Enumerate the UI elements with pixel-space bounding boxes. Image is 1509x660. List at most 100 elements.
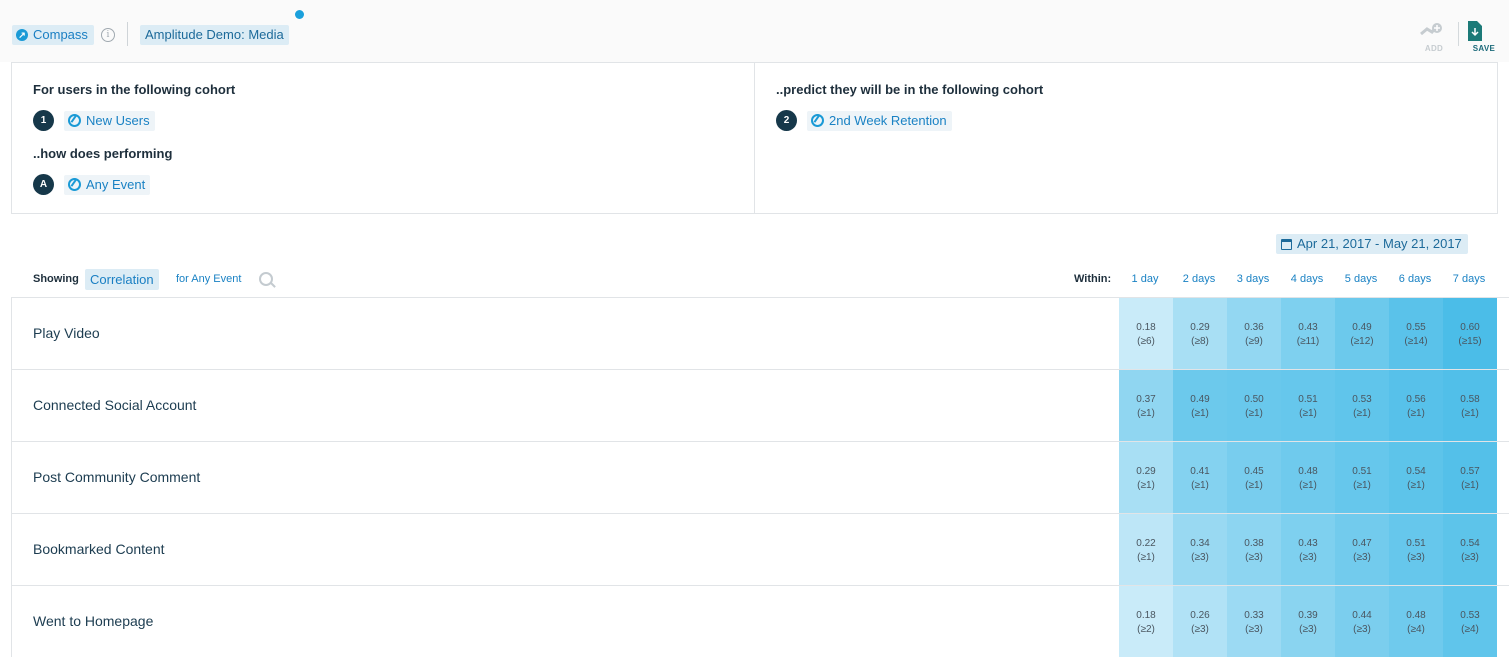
- correlation-value: 0.18: [1136, 322, 1156, 333]
- threshold-count: (≥9): [1245, 336, 1263, 347]
- project-selector[interactable]: Amplitude Demo: Media: [140, 25, 289, 45]
- correlation-value: 0.60: [1460, 322, 1480, 333]
- table-row[interactable]: Bookmarked Content 0.22 (≥1) 0.34 (≥3) 0.38 (≥…: [11, 513, 1509, 585]
- correlation-cell[interactable]: 0.48 (≥4): [1389, 586, 1443, 657]
- correlation-cell[interactable]: 0.33 (≥3): [1227, 586, 1281, 657]
- threshold-count: (≥6): [1137, 336, 1155, 347]
- info-icon[interactable]: i: [101, 28, 115, 42]
- correlation-cell[interactable]: 0.47 (≥3): [1335, 514, 1389, 585]
- threshold-count: (≥15): [1458, 336, 1482, 347]
- threshold-count: (≥4): [1461, 624, 1479, 635]
- correlation-cell[interactable]: 0.50 (≥1): [1227, 370, 1281, 441]
- search-icon[interactable]: [259, 272, 273, 286]
- correlation-cell[interactable]: 0.43 (≥11): [1281, 298, 1335, 369]
- correlation-value: 0.54: [1460, 538, 1480, 549]
- correlation-value: 0.44: [1352, 610, 1372, 621]
- correlation-cell[interactable]: 0.29 (≥8): [1173, 298, 1227, 369]
- correlation-cell[interactable]: 0.49 (≥12): [1335, 298, 1389, 369]
- correlation-value: 0.45: [1244, 466, 1264, 477]
- source-cohort-section: For users in the following cohort 1 New …: [12, 63, 755, 213]
- column-header-4[interactable]: 4 days: [1280, 273, 1334, 285]
- correlation-value: 0.51: [1406, 538, 1426, 549]
- correlation-cell[interactable]: 0.34 (≥3): [1173, 514, 1227, 585]
- metric-selector[interactable]: Correlation: [85, 269, 159, 290]
- event-name-label: Play Video: [33, 325, 100, 341]
- correlation-cell[interactable]: 0.57 (≥1): [1443, 442, 1497, 513]
- threshold-count: (≥12): [1350, 336, 1374, 347]
- column-header-1[interactable]: 1 day: [1118, 273, 1172, 285]
- correlation-cell[interactable]: 0.41 (≥1): [1173, 442, 1227, 513]
- correlation-value: 0.26: [1190, 610, 1210, 621]
- cohort-2-row: 2 2nd Week Retention: [776, 110, 952, 131]
- correlation-cell[interactable]: 0.51 (≥3): [1389, 514, 1443, 585]
- threshold-count: (≥3): [1353, 624, 1371, 635]
- column-header-2[interactable]: 2 days: [1172, 273, 1226, 285]
- correlation-cell[interactable]: 0.37 (≥1): [1119, 370, 1173, 441]
- correlation-value: 0.43: [1298, 322, 1318, 333]
- column-header-7[interactable]: 7 days: [1442, 273, 1496, 285]
- tool-divider: [1458, 22, 1459, 46]
- cohort-2-chip[interactable]: 2nd Week Retention: [807, 110, 952, 131]
- correlation-cell[interactable]: 0.49 (≥1): [1173, 370, 1227, 441]
- correlation-cell[interactable]: 0.54 (≥1): [1389, 442, 1443, 513]
- correlation-value: 0.22: [1136, 538, 1156, 549]
- correlation-value: 0.58: [1460, 394, 1480, 405]
- correlation-value: 0.50: [1244, 394, 1264, 405]
- correlation-cell[interactable]: 0.53 (≥4): [1443, 586, 1497, 657]
- correlation-cell[interactable]: 0.48 (≥1): [1281, 442, 1335, 513]
- correlation-cell[interactable]: 0.44 (≥3): [1335, 586, 1389, 657]
- date-range-picker[interactable]: Apr 21, 2017 - May 21, 2017: [1276, 234, 1468, 254]
- cohort-panel: For users in the following cohort 1 New …: [11, 62, 1498, 214]
- correlation-value: 0.53: [1352, 394, 1372, 405]
- correlation-cell[interactable]: 0.39 (≥3): [1281, 586, 1335, 657]
- table-row[interactable]: Post Community Comment 0.29 (≥1) 0.41 (≥1) 0.…: [11, 441, 1509, 513]
- correlation-cell[interactable]: 0.54 (≥3): [1443, 514, 1497, 585]
- column-header-5[interactable]: 5 days: [1334, 273, 1388, 285]
- calendar-icon: [1281, 238, 1292, 250]
- correlation-value: 0.39: [1298, 610, 1318, 621]
- threshold-count: (≥3): [1191, 624, 1209, 635]
- app-label: Compass: [33, 27, 88, 42]
- correlation-cell[interactable]: 0.45 (≥1): [1227, 442, 1281, 513]
- cohort-icon: [811, 114, 824, 127]
- column-header-6[interactable]: 6 days: [1388, 273, 1442, 285]
- app-selector-compass[interactable]: ↗ Compass: [12, 25, 94, 45]
- source-cohort-heading: For users in the following cohort: [33, 82, 236, 97]
- correlation-cell[interactable]: 0.36 (≥9): [1227, 298, 1281, 369]
- correlation-value: 0.43: [1298, 538, 1318, 549]
- table-row[interactable]: Connected Social Account 0.37 (≥1) 0.49 (≥1)…: [11, 369, 1509, 441]
- correlation-cell[interactable]: 0.43 (≥3): [1281, 514, 1335, 585]
- correlation-cell[interactable]: 0.55 (≥14): [1389, 298, 1443, 369]
- table-row[interactable]: Play Video 0.18 (≥6) 0.29 (≥8) 0.36 (≥9) 0.43 (≥…: [11, 297, 1509, 369]
- correlation-cell[interactable]: 0.53 (≥1): [1335, 370, 1389, 441]
- event-chip[interactable]: Any Event: [64, 174, 151, 195]
- threshold-count: (≥3): [1299, 552, 1317, 563]
- correlation-cell[interactable]: 0.51 (≥1): [1281, 370, 1335, 441]
- event-filter-link[interactable]: for Any Event: [176, 273, 241, 285]
- correlation-cell[interactable]: 0.60 (≥15): [1443, 298, 1497, 369]
- correlation-cell[interactable]: 0.58 (≥1): [1443, 370, 1497, 441]
- correlation-value: 0.29: [1136, 466, 1156, 477]
- correlation-cell[interactable]: 0.51 (≥1): [1335, 442, 1389, 513]
- save-button[interactable]: SAVE: [1468, 20, 1500, 53]
- cohort-1-chip[interactable]: New Users: [64, 110, 155, 131]
- correlation-cell[interactable]: 0.26 (≥3): [1173, 586, 1227, 657]
- event-icon: [68, 178, 81, 191]
- correlation-cell[interactable]: 0.29 (≥1): [1119, 442, 1173, 513]
- correlation-cell[interactable]: 0.18 (≥2): [1119, 586, 1173, 657]
- correlation-cell[interactable]: 0.22 (≥1): [1119, 514, 1173, 585]
- correlation-value: 0.34: [1190, 538, 1210, 549]
- threshold-count: (≥1): [1245, 480, 1263, 491]
- add-button[interactable]: ADD: [1418, 20, 1450, 53]
- correlation-cell[interactable]: 0.56 (≥1): [1389, 370, 1443, 441]
- threshold-count: (≥1): [1191, 480, 1209, 491]
- event-row: A Any Event: [33, 174, 151, 195]
- correlation-cell[interactable]: 0.38 (≥3): [1227, 514, 1281, 585]
- table-row[interactable]: Went to Homepage 0.18 (≥2) 0.26 (≥3) 0.33 (≥3)…: [11, 585, 1509, 657]
- correlation-value: 0.53: [1460, 610, 1480, 621]
- correlation-cell[interactable]: 0.18 (≥6): [1119, 298, 1173, 369]
- column-header-3[interactable]: 3 days: [1226, 273, 1280, 285]
- correlation-value: 0.47: [1352, 538, 1372, 549]
- correlation-value: 0.41: [1190, 466, 1210, 477]
- threshold-count: (≥3): [1461, 552, 1479, 563]
